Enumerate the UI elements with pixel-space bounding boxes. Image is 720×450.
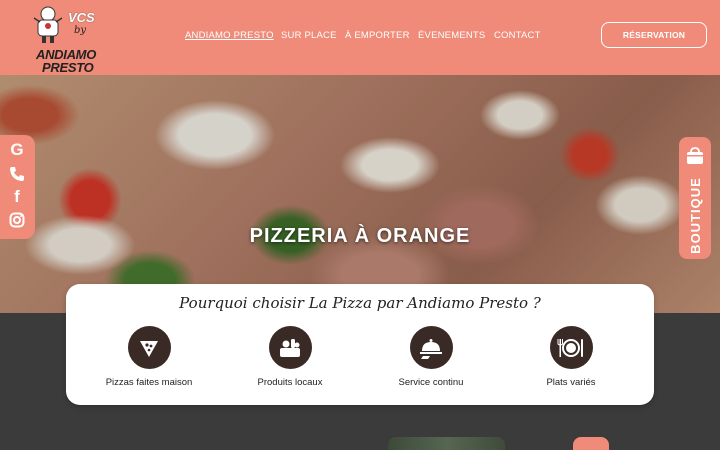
local-produce-icon xyxy=(268,326,312,369)
nav-contact[interactable]: CONTACT xyxy=(494,30,541,41)
cloche-service-icon xyxy=(409,326,453,369)
feature-continuous: Service continu xyxy=(361,326,501,388)
social-bar: G f xyxy=(0,135,35,239)
logo-by: by xyxy=(74,25,87,36)
feature-label: Plats variés xyxy=(546,377,596,388)
feature-label: Produits locaux xyxy=(257,377,323,388)
feature-label: Service continu xyxy=(398,377,464,388)
reservation-button[interactable]: RÉSERVATION xyxy=(601,22,707,48)
plate-cutlery-icon xyxy=(549,326,593,369)
logo[interactable]: VCS by ANDIAMO PRESTO xyxy=(30,4,102,75)
nav-andiamo-presto[interactable]: ANDIAMO PRESTO xyxy=(185,30,274,41)
nav-evenements[interactable]: ÉVENEMENTS xyxy=(418,30,485,41)
boutique-tab[interactable]: BOUTIQUE xyxy=(679,137,711,259)
feature-homemade: Pizzas faites maison xyxy=(79,326,219,388)
phone-icon[interactable] xyxy=(8,165,26,183)
boutique-label: BOUTIQUE xyxy=(687,176,703,254)
feature-local: Produits locaux xyxy=(220,326,360,388)
facebook-icon[interactable]: f xyxy=(8,187,26,206)
section-image-peek xyxy=(388,437,505,450)
hero-banner: PIZZERIA À ORANGE xyxy=(0,75,720,313)
why-title: Pourquoi choisir La Pizza par Andiamo Pr… xyxy=(179,294,541,312)
logo-line2: PRESTO xyxy=(42,60,94,75)
section-tab-peek xyxy=(573,437,609,450)
logo-vcs: VCS xyxy=(68,10,95,25)
why-choose-card: Pourquoi choisir La Pizza par Andiamo Pr… xyxy=(66,284,654,405)
feature-varied: Plats variés xyxy=(501,326,641,388)
shop-bag-icon xyxy=(687,147,703,164)
feature-label: Pizzas faites maison xyxy=(105,377,193,388)
pizza-slice-icon xyxy=(127,326,171,369)
instagram-icon[interactable] xyxy=(8,211,26,229)
chef-mascot-icon xyxy=(33,6,63,43)
site-header: VCS by ANDIAMO PRESTO ANDIAMO PRESTO SUR… xyxy=(0,0,720,75)
hero-title: PIZZERIA À ORANGE xyxy=(249,225,471,247)
nav-a-emporter[interactable]: À EMPORTER xyxy=(345,30,410,41)
google-icon[interactable]: G xyxy=(8,140,26,159)
nav-sur-place[interactable]: SUR PLACE xyxy=(281,30,337,41)
